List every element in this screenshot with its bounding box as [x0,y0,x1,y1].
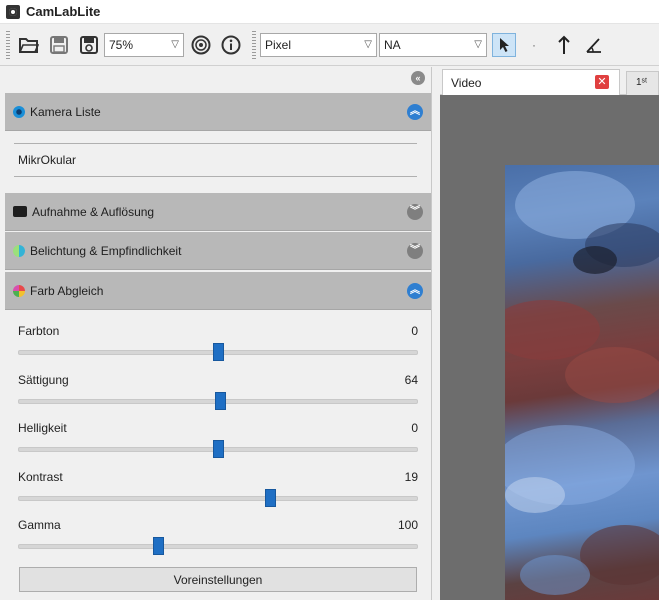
microscope-sample-texture [505,171,659,595]
camera-lens-icon [13,105,25,118]
chevron-down-icon: ▽ [171,39,179,50]
slider-label: Sättigung [18,373,69,387]
toolbar-grip-2[interactable] [252,30,256,59]
slider-label: Kontrast [18,470,63,484]
camera-list-item[interactable]: MikrOkular [14,143,417,177]
chevron-down-icon[interactable]: ︾ [407,243,423,259]
slider-value: 100 [397,518,418,532]
collapse-panel-icon[interactable]: « [411,71,425,85]
slider-label: Farbton [18,324,60,338]
section-label: Aufnahme & Auflösung [32,204,155,219]
line-tool-button[interactable] [552,33,576,57]
point-dot-icon: · [532,37,536,52]
video-view[interactable] [440,95,659,600]
save-button[interactable] [47,33,71,57]
live-video-image [505,165,659,600]
slider-value: 0 [411,421,418,435]
point-tool-button[interactable]: · [522,33,546,57]
floppy-save-icon [80,35,98,54]
main-toolbar: 75% ▽ Pixel ▽ NA ▽ · [0,24,659,66]
save-as-button[interactable] [77,33,101,57]
tab-label: Video [451,75,482,90]
target-icon [191,35,211,54]
arrow-up-icon [558,35,570,54]
folder-open-icon [19,37,39,53]
unit-select[interactable]: Pixel ▽ [260,32,377,57]
toolbar-grip[interactable] [6,30,10,59]
slider-thumb[interactable] [213,343,224,361]
section-exposure[interactable]: Belichtung & Empfindlichkeit ︾ [5,232,431,270]
info-button[interactable] [219,33,243,57]
slider-track[interactable] [18,544,418,549]
section-label: Belichtung & Empfindlichkeit [30,243,182,258]
section-camera-list[interactable]: Kamera Liste ︽ [5,93,431,131]
objective-value: NA [384,37,401,52]
info-icon [221,35,241,54]
camera-name: MikrOkular [18,153,77,167]
slider-track[interactable] [18,496,418,501]
slider-thumb[interactable] [213,440,224,458]
slider-thumb[interactable] [215,392,226,410]
slider-hue: Farbton 0 [14,324,418,372]
tab-bar: Video ✕ 1ˢᵗ [440,67,659,95]
slider-value: 64 [404,373,418,387]
zoom-select[interactable]: 75% ▽ [104,32,184,57]
slider-label: Helligkeit [18,421,67,435]
slider-thumb[interactable] [153,537,164,555]
camera-icon [13,206,27,217]
section-label: Kamera Liste [30,104,101,119]
angle-icon [586,37,601,53]
slider-label: Gamma [18,518,61,532]
capture-settings-button[interactable] [189,33,213,57]
slider-contrast: Kontrast 19 [14,470,418,518]
tab-video[interactable]: Video ✕ [442,69,620,95]
exposure-icon [13,244,25,257]
slider-gamma: Gamma 100 [14,518,418,566]
chevron-down-icon[interactable]: ︾ [407,204,423,220]
cursor-arrow-icon [500,37,509,52]
app-title: CamLabLite [26,4,101,19]
zoom-value: 75% [109,37,134,52]
close-icon[interactable]: ✕ [595,75,609,89]
title-bar: CamLabLite [0,0,659,24]
slider-brightness: Helligkeit 0 [14,421,418,469]
chevron-down-icon: ▽ [364,39,372,50]
app-logo-icon [6,4,20,19]
slider-value: 0 [411,324,418,338]
angle-tool-button[interactable] [582,33,606,57]
presets-button[interactable]: Voreinstellungen [19,567,417,592]
objective-select[interactable]: NA ▽ [379,32,487,57]
floppy-disk-icon [50,35,68,54]
color-wheel-icon [13,284,25,297]
slider-value: 19 [404,470,418,484]
section-color-balance[interactable]: Farb Abgleich ︽ [5,272,431,310]
chevron-down-icon: ▽ [474,39,482,50]
section-label: Farb Abgleich [30,283,104,298]
open-folder-button[interactable] [17,33,41,57]
section-capture-resolution[interactable]: Aufnahme & Auflösung ︾ [5,193,431,231]
select-pointer-button[interactable] [492,32,516,57]
slider-thumb[interactable] [265,489,276,507]
unit-value: Pixel [265,37,292,52]
chevron-up-icon[interactable]: ︽ [407,104,423,120]
slider-saturation: Sättigung 64 [14,373,418,421]
chevron-up-icon[interactable]: ︽ [407,283,423,299]
tab-snapshot[interactable]: 1ˢᵗ [626,71,659,95]
